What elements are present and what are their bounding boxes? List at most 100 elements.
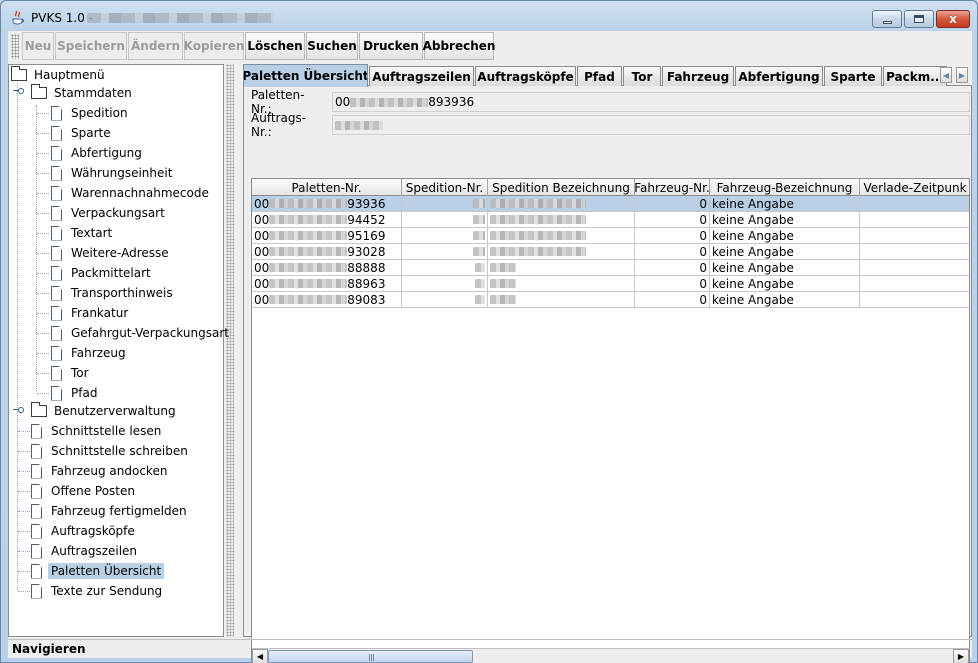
document-icon bbox=[31, 423, 42, 439]
column-header[interactable]: Spedition Bezeichnung bbox=[488, 179, 635, 196]
document-icon bbox=[51, 245, 62, 261]
tree-label: Texte zur Sendung bbox=[51, 584, 163, 598]
table-row[interactable]: 00 89083 0 keine Angabe bbox=[252, 292, 969, 308]
tree-item-schnittstelle-lesen[interactable]: Schnittstelle lesen bbox=[31, 421, 164, 441]
toolbar-grip[interactable] bbox=[11, 34, 19, 59]
tree-item-währungseinheit[interactable]: Währungseinheit bbox=[51, 163, 175, 183]
tree-item-fahrzeug[interactable]: Fahrzeug bbox=[51, 343, 129, 363]
tree-item-tor[interactable]: Tor bbox=[51, 363, 92, 383]
tab-fahrzeug[interactable]: Fahrzeug bbox=[662, 66, 734, 86]
tab-abfertigung[interactable]: Abfertigung bbox=[735, 66, 823, 86]
tab-sparte[interactable]: Sparte bbox=[824, 66, 882, 86]
document-icon bbox=[51, 305, 62, 321]
column-header[interactable]: Fahrzeug-Nr. bbox=[635, 179, 710, 196]
tree-item-fahrzeug-fertigmelden[interactable]: Fahrzeug fertigmelden bbox=[31, 501, 190, 521]
tree-label: Paletten Übersicht bbox=[48, 563, 165, 579]
delete-button[interactable]: Löschen bbox=[245, 32, 305, 60]
tree-item-fahrzeug-andocken[interactable]: Fahrzeug andocken bbox=[31, 461, 170, 481]
paletten-nr-field[interactable]: 00 893936 bbox=[332, 92, 970, 112]
tree-item-verpackungsart[interactable]: Verpackungsart bbox=[51, 203, 168, 223]
tree-item-schnittstelle-schreiben[interactable]: Schnittstelle schreiben bbox=[31, 441, 191, 461]
folder-icon bbox=[11, 66, 27, 81]
title-bar[interactable]: PVKS 1.0 - x bbox=[1, 1, 977, 31]
tab-pfad[interactable]: Pfad bbox=[577, 66, 622, 86]
tree-item-auftragszeilen[interactable]: Auftragszeilen bbox=[31, 541, 140, 561]
paletten-nr-prefix: 00 bbox=[254, 260, 270, 275]
tree-connector bbox=[37, 333, 49, 334]
tree-root[interactable]: Hauptmenü bbox=[11, 65, 108, 85]
tree-label: Auftragszeilen bbox=[51, 544, 138, 558]
navigation-tree[interactable]: Hauptmenü Stammdaten Benutzerverwaltung … bbox=[8, 64, 229, 637]
redacted-value bbox=[475, 295, 485, 304]
tree-connector bbox=[18, 431, 30, 432]
print-button[interactable]: Drucken bbox=[359, 32, 423, 60]
tree-item-stammdaten[interactable]: Stammdaten bbox=[31, 83, 135, 103]
column-header[interactable]: Spedition-Nr. bbox=[402, 179, 488, 196]
maximize-icon bbox=[914, 15, 924, 23]
tree-item-textart[interactable]: Textart bbox=[51, 223, 115, 243]
tree-item-warennachnahmecode[interactable]: Warennachnahmecode bbox=[51, 183, 212, 203]
tree-connector bbox=[37, 213, 49, 214]
pane-splitter[interactable] bbox=[226, 64, 234, 637]
tree-item-paletten-übersicht[interactable]: Paletten Übersicht bbox=[31, 561, 165, 581]
paletten-nr-suffix: 93936 bbox=[347, 196, 386, 211]
tree-item-offene-posten[interactable]: Offene Posten bbox=[31, 481, 138, 501]
tab-auftragszeilen[interactable]: Auftragszeilen bbox=[369, 66, 474, 86]
copy-button[interactable]: Kopieren bbox=[184, 32, 244, 60]
document-icon bbox=[51, 225, 62, 241]
tree-item-spedition[interactable]: Spedition bbox=[51, 103, 131, 123]
auftrags-nr-field[interactable] bbox=[332, 115, 970, 135]
fahrzeug-nr: 0 bbox=[699, 276, 707, 291]
table-cell bbox=[860, 196, 969, 212]
table-row[interactable]: 00 93936 0 keine Angabe bbox=[252, 196, 969, 212]
tab-packm[interactable]: Packm... bbox=[883, 66, 947, 86]
column-header[interactable]: Paletten-Nr. bbox=[252, 179, 402, 196]
tree-item-auftragsköpfe[interactable]: Auftragsköpfe bbox=[31, 521, 138, 541]
tree-item-packmittelart[interactable]: Packmittelart bbox=[51, 263, 154, 283]
cancel-button[interactable]: Abbrechen bbox=[423, 32, 495, 60]
tree-connector bbox=[37, 193, 49, 194]
paletten-value-suffix: 893936 bbox=[428, 95, 475, 109]
expand-handle-icon[interactable] bbox=[13, 406, 24, 415]
tree-connector bbox=[18, 531, 30, 532]
maximize-button[interactable] bbox=[904, 10, 934, 28]
column-header[interactable]: Verlade-Zeitpunk bbox=[860, 179, 969, 196]
tree-connector bbox=[18, 471, 30, 472]
minimize-button[interactable] bbox=[872, 10, 902, 28]
edit-button[interactable]: Ändern bbox=[128, 32, 183, 60]
tree-item-weitere-adresse[interactable]: Weitere-Adresse bbox=[51, 243, 172, 263]
new-button[interactable]: Neu bbox=[22, 32, 54, 60]
tree-item-texte-zur-sendung[interactable]: Texte zur Sendung bbox=[31, 581, 165, 601]
search-button[interactable]: Suchen bbox=[306, 32, 358, 60]
tab-scroll-right-icon[interactable]: ▶ bbox=[956, 67, 968, 83]
save-button[interactable]: Speichern bbox=[55, 32, 127, 60]
table-cell: 0 bbox=[635, 212, 710, 228]
paletten-table[interactable]: Paletten-Nr. Spedition-Nr. Spedition Bezei… bbox=[251, 178, 970, 663]
tab-paletten-übersicht[interactable]: Paletten Übersicht bbox=[243, 64, 368, 87]
table-row[interactable]: 00 94452 0 keine Angabe bbox=[252, 212, 969, 228]
tab-scroll-left-icon[interactable]: ◀ bbox=[940, 67, 952, 83]
table-row[interactable]: 00 93028 0 keine Angabe bbox=[252, 244, 969, 260]
redacted-value bbox=[473, 215, 485, 224]
table-row[interactable]: 00 88963 0 keine Angabe bbox=[252, 276, 969, 292]
tree-item-pfad[interactable]: Pfad bbox=[51, 383, 100, 403]
tree-item-abfertigung[interactable]: Abfertigung bbox=[51, 143, 145, 163]
tree-item-frankatur[interactable]: Frankatur bbox=[51, 303, 131, 323]
document-icon bbox=[51, 125, 62, 141]
tree-item-gefahrgut-verpackungsart[interactable]: Gefahrgut-Verpackungsart bbox=[51, 323, 232, 343]
tree-item-transporthinweis[interactable]: Transporthinweis bbox=[51, 283, 176, 303]
expand-handle-icon[interactable] bbox=[13, 87, 24, 96]
folder-icon bbox=[31, 402, 47, 417]
tree-item-sparte[interactable]: Sparte bbox=[51, 123, 114, 143]
table-header: Paletten-Nr. Spedition-Nr. Spedition Bezei… bbox=[252, 179, 969, 196]
paletten-nr-prefix: 00 bbox=[254, 228, 270, 243]
tree-connector bbox=[37, 253, 49, 254]
close-button[interactable]: x bbox=[936, 10, 970, 28]
tree-label: Fahrzeug andocken bbox=[51, 464, 168, 478]
tree-item-benutzerverwaltung[interactable]: Benutzerverwaltung bbox=[31, 401, 179, 421]
column-header[interactable]: Fahrzeug-Bezeichnung bbox=[710, 179, 860, 196]
table-row[interactable]: 00 88888 0 keine Angabe bbox=[252, 260, 969, 276]
table-row[interactable]: 00 95169 0 keine Angabe bbox=[252, 228, 969, 244]
tab-auftragsköpfe[interactable]: Auftragsköpfe bbox=[475, 66, 576, 86]
tab-tor[interactable]: Tor bbox=[623, 66, 661, 86]
